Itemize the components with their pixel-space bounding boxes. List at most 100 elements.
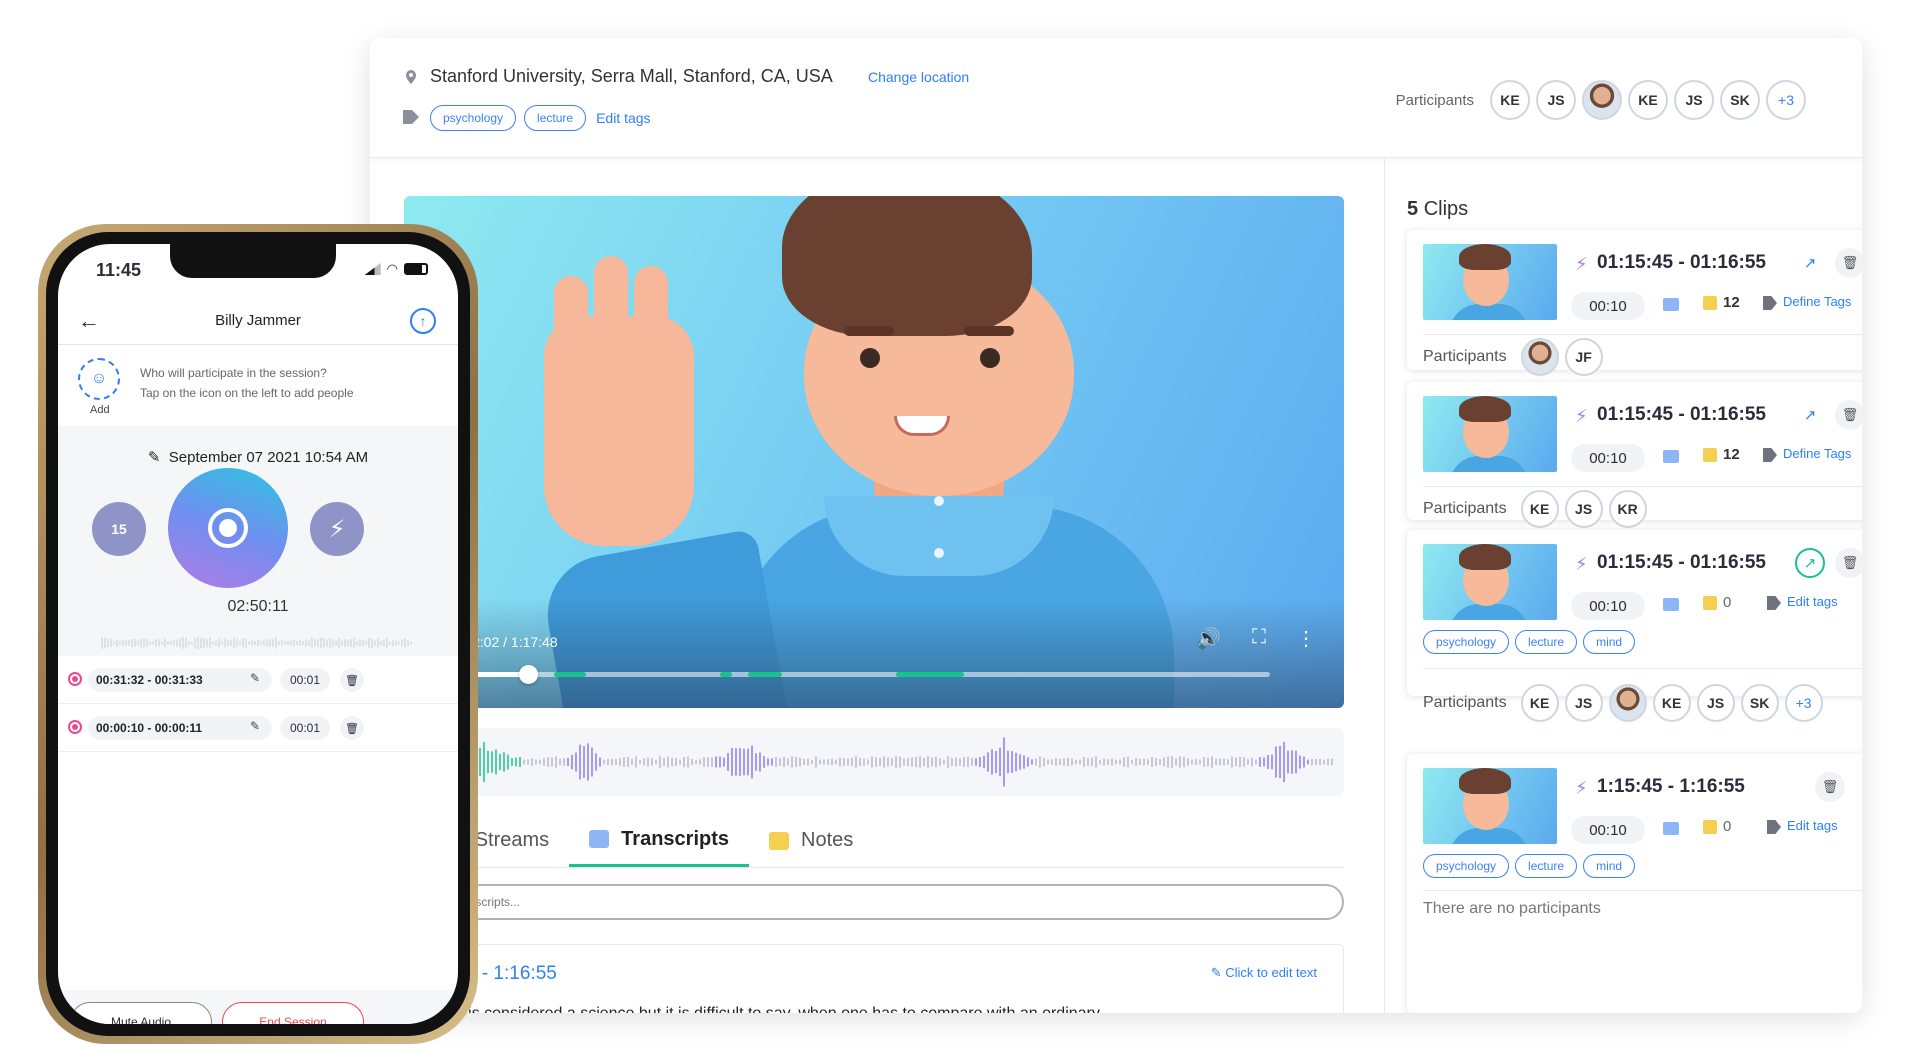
define-tags-link[interactable]: Define Tags [1783, 446, 1851, 461]
edit-tags-link[interactable]: Edit tags [1787, 594, 1838, 609]
edit-text-button[interactable]: ✎ Click to edit text [1211, 965, 1317, 981]
clip-card[interactable]: ⚡︎ 1:15:45 - 1:16:55 🗑 00:10 0 Edit tags… [1407, 754, 1862, 1013]
edit-pencil-icon[interactable]: ✎ [250, 719, 260, 733]
transcript-card: 15:45 - 1:16:55 ✎ Click to edit text oph… [410, 944, 1344, 1013]
open-clip-icon[interactable]: ↗ [1795, 248, 1825, 278]
avatar[interactable]: SK [1740, 684, 1779, 722]
open-clip-icon[interactable]: ↗ [1795, 548, 1825, 578]
delete-clip-button[interactable]: 🗑 [1815, 772, 1845, 802]
clip-thumbnail[interactable] [1423, 244, 1557, 320]
avatar[interactable]: JF [1564, 338, 1603, 376]
clip-marker[interactable] [748, 672, 782, 677]
clip-marker[interactable] [720, 672, 732, 677]
note-icon[interactable] [1703, 596, 1717, 610]
avatar[interactable]: JS [1564, 684, 1603, 722]
more-participants-button[interactable]: +3 [1766, 80, 1806, 120]
clip-card[interactable]: ⚡︎ 01:15:45 - 01:16:55 ↗ 🗑 00:10 0 Edit … [1407, 530, 1862, 696]
comment-icon[interactable] [1663, 450, 1679, 463]
tag-pill[interactable]: psychology [430, 105, 517, 131]
avatar[interactable]: JS [1674, 80, 1714, 120]
clip-thumbnail[interactable] [1423, 768, 1557, 844]
delete-clip-button[interactable]: 🗑 [1835, 248, 1862, 278]
avatar[interactable]: JS [1536, 80, 1576, 120]
avatar-photo[interactable] [1582, 80, 1622, 120]
delete-recording-icon[interactable]: 🗑 [340, 668, 364, 692]
tag-pill[interactable]: mind [1583, 854, 1636, 878]
video-player[interactable]: 2:02 / 1:17:48 🔊 ⛶ ⋮ [404, 196, 1344, 708]
avatar-photo[interactable] [1520, 338, 1559, 376]
note-icon[interactable] [1703, 448, 1717, 462]
avatar[interactable]: JS [1696, 684, 1735, 722]
recording-range: 00:31:32 - 00:31:33 [88, 668, 272, 692]
no-participants-text: There are no participants [1423, 900, 1601, 917]
transcript-text[interactable]: ophy is considered a science but it is d… [429, 1005, 1100, 1013]
audio-waveform[interactable] [404, 728, 1344, 796]
clip-thumbnail[interactable] [1423, 544, 1557, 620]
volume-icon[interactable]: 🔊 [1196, 626, 1221, 651]
edit-text-label: Click to edit text [1225, 965, 1317, 980]
tag-icon [1763, 296, 1777, 310]
avatar[interactable]: KE [1652, 684, 1691, 722]
delete-clip-button[interactable]: 🗑 [1835, 548, 1862, 578]
clip-card[interactable]: ⚡︎ 01:15:45 - 01:16:55 ↗ 🗑 00:10 12 Defi… [1407, 230, 1862, 376]
mute-audio-button[interactable]: Mute Audio [70, 1002, 212, 1024]
phone-device: 11:45 ◠ ← Billy Jammer ↑ ☺︎ Add Who will… [38, 224, 478, 1044]
clip-thumbnail[interactable] [1423, 396, 1557, 472]
comment-icon[interactable] [1663, 822, 1679, 835]
avatar[interactable]: SK [1720, 80, 1760, 120]
delete-clip-button[interactable]: 🗑 [1835, 400, 1862, 430]
tab-notes[interactable]: Notes [749, 818, 873, 867]
bolt-icon: ⚡︎ [1575, 254, 1588, 274]
tag-pill[interactable]: psychology [1423, 854, 1510, 878]
tag-pill[interactable]: lecture [1515, 854, 1578, 878]
clip-bolt-button[interactable]: ⚡︎ [310, 502, 364, 556]
tag-pill[interactable]: lecture [524, 105, 587, 131]
avatar[interactable]: KE [1520, 684, 1559, 722]
tab-transcripts[interactable]: Transcripts [569, 818, 749, 867]
rewind-15-button[interactable]: 15 [92, 502, 146, 556]
tag-pill[interactable]: mind [1583, 630, 1636, 654]
recording-row[interactable]: 00:00:10 - 00:00:11 ✎ 00:01 🗑 [58, 704, 458, 752]
change-location-link[interactable]: Change location [868, 69, 969, 85]
divider [1423, 334, 1862, 335]
recording-row[interactable]: 00:31:32 - 00:31:33 ✎ 00:01 🗑 [58, 656, 458, 704]
record-button[interactable] [168, 468, 288, 588]
comment-icon[interactable] [1663, 598, 1679, 611]
note-count: 12 [1723, 446, 1740, 463]
edit-tags-link[interactable]: Edit tags [596, 110, 650, 126]
phone-waveform [101, 637, 412, 649]
avatar[interactable]: JS [1564, 490, 1603, 528]
more-participants-button[interactable]: +3 [1784, 684, 1823, 722]
add-participant-button[interactable]: ☺︎ [78, 358, 120, 400]
upload-icon[interactable]: ↑ [410, 308, 436, 334]
participants-label: Participants [1423, 694, 1507, 711]
comment-icon[interactable] [1663, 298, 1679, 311]
avatar[interactable]: KE [1490, 80, 1530, 120]
delete-recording-icon[interactable]: 🗑 [340, 716, 364, 740]
tag-pill[interactable]: lecture [1515, 630, 1578, 654]
avatar[interactable]: KR [1608, 490, 1647, 528]
define-tags-link[interactable]: Define Tags [1783, 294, 1851, 309]
clip-card[interactable]: ⚡︎ 01:15:45 - 01:16:55 ↗ 🗑 00:10 12 Defi… [1407, 382, 1862, 528]
edit-pencil-icon[interactable]: ✎ [250, 671, 260, 685]
note-icon[interactable] [1703, 296, 1717, 310]
edit-tags-link[interactable]: Edit tags [1787, 818, 1838, 833]
phone-bezel: 11:45 ◠ ← Billy Jammer ↑ ☺︎ Add Who will… [46, 232, 470, 1036]
fullscreen-icon[interactable]: ⛶ [1252, 626, 1266, 649]
end-session-button[interactable]: End Session [222, 1002, 364, 1024]
character-hair [782, 196, 1032, 336]
clip-marker[interactable] [554, 672, 586, 677]
more-options-icon[interactable]: ⋮ [1296, 626, 1316, 651]
note-icon[interactable] [1703, 820, 1717, 834]
open-clip-icon[interactable]: ↗ [1795, 400, 1825, 430]
avatar[interactable]: KE [1628, 80, 1668, 120]
status-clock: 11:45 [96, 260, 142, 280]
character-eye [860, 348, 880, 368]
avatar[interactable]: KE [1520, 490, 1559, 528]
transcript-search-input[interactable] [410, 884, 1344, 920]
seek-bar[interactable] [464, 665, 1270, 684]
clip-marker[interactable] [896, 672, 964, 677]
avatar-photo[interactable] [1608, 684, 1647, 722]
session-date[interactable]: ✎ September 07 2021 10:54 AM [58, 448, 458, 466]
tag-pill[interactable]: psychology [1423, 630, 1510, 654]
